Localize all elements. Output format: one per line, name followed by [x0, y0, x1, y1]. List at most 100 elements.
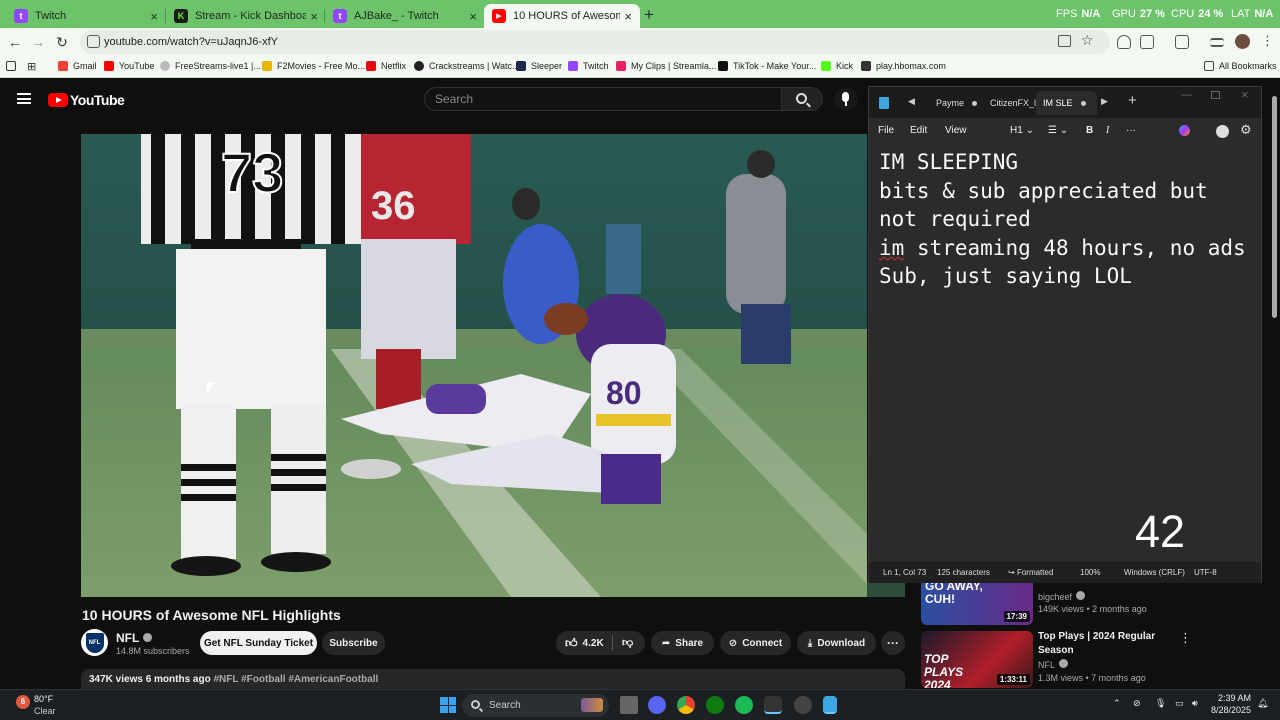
subscribe-button[interactable]: Subscribe — [322, 631, 385, 655]
tab-ajbake-twitch[interactable]: t AJBake_ - Twitch × — [325, 4, 485, 28]
recommendation-channel[interactable]: NFL — [1038, 659, 1069, 670]
all-bookmarks[interactable]: All Bookmarks — [1204, 61, 1277, 71]
more-format-icon[interactable]: ··· — [1126, 125, 1136, 136]
notification-bell-icon[interactable]: 🔔︎ — [1257, 698, 1268, 709]
windows-start-icon[interactable] — [440, 697, 456, 713]
clock-time[interactable]: 2:39 AM — [1209, 693, 1251, 703]
close-icon[interactable]: × — [469, 9, 477, 24]
recommendation-thumbnail[interactable]: TOP PLAYS 2024 1:33:11 — [921, 631, 1033, 688]
line-ending[interactable]: Windows (CRLF) — [1124, 568, 1185, 577]
search-button[interactable] — [781, 87, 823, 111]
notepad-editor[interactable]: IM SLEEPING bits & sub appreciated but n… — [869, 144, 1261, 562]
extensions-icon[interactable] — [1140, 35, 1154, 49]
bookmark-tiktok[interactable]: TikTok - Make Your... — [718, 61, 816, 71]
scrollbar-thumb[interactable] — [1272, 96, 1277, 318]
task-view-icon[interactable] — [620, 696, 638, 714]
volume-icon[interactable]: 🔊︎ — [1192, 698, 1198, 709]
bookmark-netflix[interactable]: Netflix — [366, 61, 406, 71]
dislike-button[interactable]: 👎︎ — [622, 636, 633, 649]
minimize-button[interactable]: — — [1181, 89, 1192, 101]
bookmark-streamlabs[interactable]: My Clips | Streamla... — [616, 61, 716, 71]
account-icon[interactable] — [1216, 125, 1229, 138]
cast-icon[interactable] — [1175, 35, 1189, 49]
recommendation-channel[interactable]: bigcheef — [1038, 591, 1086, 602]
zoom-level[interactable]: 100% — [1080, 568, 1100, 577]
recommendation-menu-icon[interactable]: ⋮ — [1179, 630, 1192, 646]
maximize-button[interactable] — [1211, 91, 1220, 99]
hashtags[interactable]: #NFL #Football #AmericanFootball — [214, 674, 379, 685]
chrome-icon[interactable] — [677, 696, 695, 714]
recommendation-title[interactable]: Top Plays | 2024 Regular Season — [1038, 630, 1168, 658]
description-box[interactable]: 347K views 6 months ago #NFL #Football #… — [81, 669, 905, 689]
settings-gear-icon[interactable]: ⚙ — [1240, 122, 1252, 138]
notepad-tab-payme[interactable]: Payme — [929, 91, 984, 115]
share-button[interactable]: ➦ Share — [651, 631, 714, 655]
menu-edit[interactable]: Edit — [910, 125, 927, 136]
site-info-icon[interactable] — [87, 35, 100, 48]
channel-name[interactable]: NFL — [116, 631, 153, 645]
taskbar-search[interactable]: Search — [462, 694, 609, 717]
profile-avatar[interactable] — [1235, 34, 1250, 49]
menu-file[interactable]: File — [878, 125, 894, 136]
close-window-button[interactable]: × — [1241, 87, 1249, 102]
microphone-icon[interactable]: 🎙︎ — [1155, 698, 1166, 709]
side-panel-icon[interactable] — [6, 61, 16, 71]
new-tab-button[interactable]: + — [644, 5, 654, 25]
shield-extension-icon[interactable] — [1117, 35, 1131, 49]
copilot-icon[interactable] — [1179, 125, 1190, 136]
chrome-menu-icon[interactable]: ⋮ — [1261, 33, 1274, 49]
download-button[interactable]: ⤓ Download — [797, 631, 876, 655]
close-icon[interactable]: × — [310, 9, 318, 24]
address-bar[interactable]: youtube.com/watch?v=uJaqnJ6-xfY ☆ — [80, 30, 1110, 54]
channel-avatar[interactable]: NFL — [81, 629, 108, 656]
heading-dropdown[interactable]: H1 ⌄ — [1010, 125, 1034, 136]
encoding[interactable]: UTF-8 — [1194, 568, 1217, 577]
bookmark-sleeper[interactable]: Sleeper — [516, 61, 562, 71]
obs-icon[interactable] — [794, 696, 812, 714]
notepad-tab-im-sleeping[interactable]: IM SLE — [1036, 91, 1097, 115]
bookmark-kick[interactable]: Kick — [821, 61, 853, 71]
discord-icon[interactable] — [648, 696, 666, 714]
network-icon[interactable]: ▭ — [1175, 698, 1184, 709]
tab-kick-dashboard[interactable]: K Stream - Kick Dashboard × — [166, 4, 326, 28]
tab-scroll-right-icon[interactable]: ▶ — [1101, 96, 1108, 107]
bookmark-gmail[interactable]: Gmail — [58, 61, 97, 71]
menu-view[interactable]: View — [945, 125, 967, 136]
bookmark-hbomax[interactable]: play.hbomax.com — [861, 61, 946, 71]
search-input[interactable]: Search — [424, 87, 782, 111]
bookmark-twitch[interactable]: Twitch — [568, 61, 609, 71]
tab-youtube-active[interactable]: ▶ 10 HOURS of Awesome NFL Highlights - Y… — [484, 4, 640, 28]
recommendation-thumbnail[interactable]: GO AWAY, CUH! 17:39 — [921, 582, 1033, 625]
spotify-icon[interactable] — [735, 696, 753, 714]
bookmark-freestreams[interactable]: FreeStreams-live1 |... — [160, 61, 261, 71]
bookmark-crackstreams[interactable]: Crackstreams | Watc... — [414, 61, 520, 71]
streaming-app-icon[interactable] — [764, 696, 782, 714]
tab-scroll-left-icon[interactable]: ◀ — [908, 96, 915, 107]
close-icon[interactable]: × — [150, 9, 158, 24]
reading-list-icon[interactable] — [1210, 38, 1224, 47]
notepad-titlebar[interactable]: ◀ Payme CitizenFX_lo IM SLE ▶ + — × — [869, 87, 1261, 118]
notepad-window[interactable]: ◀ Payme CitizenFX_lo IM SLE ▶ + — × File… — [868, 86, 1262, 583]
bookmark-youtube[interactable]: YouTube — [104, 61, 154, 71]
tab-twitch[interactable]: t Twitch × — [6, 4, 166, 28]
reload-button[interactable]: ↻ — [53, 33, 71, 51]
voice-search-button[interactable] — [834, 87, 858, 111]
list-format-icon[interactable]: ☰ ⌄ — [1048, 125, 1068, 136]
more-actions-button[interactable]: ··· — [881, 631, 905, 655]
page-scrollbar[interactable] — [1272, 86, 1277, 686]
bold-icon[interactable]: B — [1086, 125, 1093, 136]
back-button[interactable]: ← — [6, 33, 24, 51]
sunday-ticket-button[interactable]: Get NFL Sunday Ticket — [200, 631, 317, 655]
tray-overflow-icon[interactable]: ⌃ — [1113, 698, 1121, 709]
hamburger-menu-icon[interactable] — [17, 93, 31, 104]
italic-icon[interactable]: I — [1106, 125, 1109, 136]
tray-icon[interactable]: ⊘ — [1133, 698, 1141, 709]
notepad-text[interactable]: IM SLEEPING bits & sub appreciated but n… — [879, 148, 1251, 291]
format-mode[interactable]: ↪ Formatted — [1008, 568, 1053, 577]
bookmark-star-icon[interactable]: ☆ — [1081, 32, 1094, 49]
clock-date[interactable]: 8/28/2025 — [1209, 705, 1251, 715]
forward-button[interactable]: → — [29, 33, 47, 51]
close-icon[interactable]: × — [624, 9, 632, 24]
apps-grid-icon[interactable]: ⊞ — [27, 60, 36, 73]
xbox-icon[interactable] — [706, 696, 724, 714]
